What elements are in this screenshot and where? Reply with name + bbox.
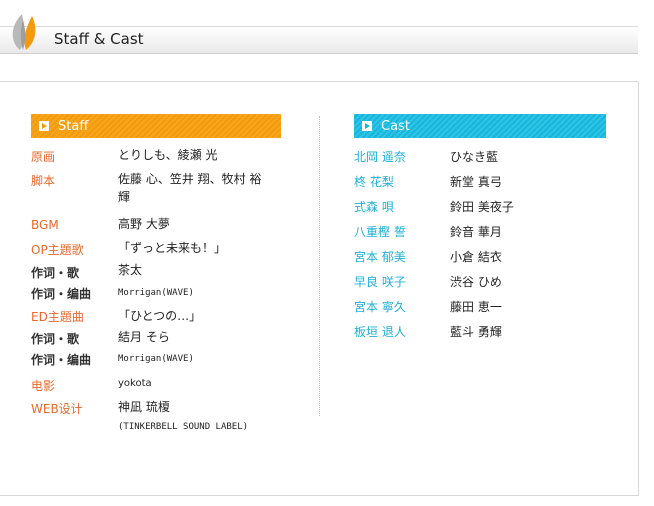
cast-role: 柊 花梨 <box>354 175 394 189</box>
staff-label: 作词・歌 <box>31 332 80 346</box>
cast-heading: Cast <box>381 118 410 134</box>
staff-value: Morrigan(WAVE) <box>118 288 194 298</box>
leaf-logo-icon <box>12 14 36 50</box>
staff-value: 「ずっと未来も！」 <box>118 241 227 255</box>
cast-role: 宮本 郁美 <box>354 250 406 264</box>
staff-value: とりしも、綾瀬 光 <box>118 148 218 162</box>
staff-value: 茶太 <box>118 263 143 277</box>
staff-value: 高野 大夢 <box>118 217 170 231</box>
play-icon <box>362 121 372 131</box>
cast-role: 八重樫 誓 <box>354 225 406 239</box>
staff-value: 「ひとつの…」 <box>118 309 202 323</box>
cast-actor: 鈴音 華月 <box>450 225 502 239</box>
staff-label: 电影 <box>31 379 56 393</box>
cast-actor: 藤田 恵一 <box>450 300 502 314</box>
staff-value: 佐藤 心、笠井 翔、牧村 裕輝 <box>118 172 262 204</box>
cast-actor: 藍斗 勇輝 <box>450 325 502 339</box>
cast-role: 北岡 遥奈 <box>354 150 406 164</box>
play-icon <box>39 121 49 131</box>
cast-role: 早良 咲子 <box>354 275 406 289</box>
staff-label: 原画 <box>31 150 56 164</box>
staff-label: 作词・编曲 <box>31 353 92 367</box>
cast-actor: 新堂 真弓 <box>450 175 502 189</box>
cast-role: 宮本 寧久 <box>354 300 406 314</box>
staff-section-header: Staff <box>31 114 281 138</box>
cast-actor: 鈴田 美夜子 <box>450 200 514 214</box>
page-header: Staff & Cast <box>0 0 640 54</box>
staff-label: WEB设计 <box>31 402 83 416</box>
staff-value: 結月 そら <box>118 330 170 344</box>
staff-heading: Staff <box>58 118 89 134</box>
staff-value: 神凪 琉榎 <box>118 400 170 414</box>
staff-value: yokota <box>118 378 152 389</box>
cast-actor: 渋谷 ひめ <box>450 275 502 289</box>
staff-value-sub: (TINKERBELL SOUND LABEL) <box>118 422 249 432</box>
cast-actor: 小倉 結衣 <box>450 250 502 264</box>
staff-label: ED主題曲 <box>31 310 84 324</box>
page-title: Staff & Cast <box>54 30 144 48</box>
staff-label: OP主題歌 <box>31 243 84 257</box>
cast-role: 式森 唄 <box>354 200 394 214</box>
cast-section-header: Cast <box>354 114 606 138</box>
staff-label: 作词・歌 <box>31 266 80 280</box>
staff-label: 脚本 <box>31 174 56 188</box>
staff-label: 作词・编曲 <box>31 287 92 301</box>
staff-value: Morrigan(WAVE) <box>118 354 194 364</box>
cast-role: 板垣 退人 <box>354 325 406 339</box>
cast-actor: ひなき藍 <box>450 150 499 164</box>
column-divider <box>319 116 320 416</box>
staff-label: BGM <box>31 218 59 232</box>
